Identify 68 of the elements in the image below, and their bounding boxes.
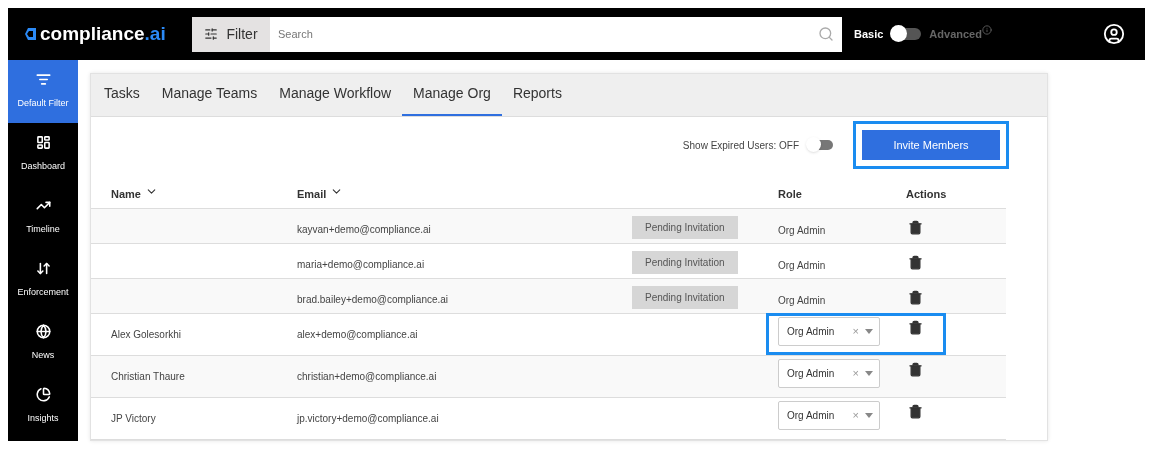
- tab[interactable]: Reports: [501, 73, 573, 116]
- name-text: JP Victory: [111, 413, 156, 424]
- filter-icon: [35, 72, 51, 88]
- column-header: Actions: [906, 187, 947, 200]
- pending-invitation-badge: Pending Invitation: [632, 216, 738, 239]
- column-header[interactable]: Email: [297, 185, 327, 202]
- tab[interactable]: Manage Workflow: [268, 73, 403, 116]
- sidebar-label: Insights: [27, 412, 59, 426]
- name-text: Alex Golesorkhi: [111, 329, 182, 340]
- mode-toggle[interactable]: [891, 28, 922, 40]
- role-select[interactable]: Org Admin ×: [778, 317, 880, 346]
- sidebar-item[interactable]: Enforcement: [8, 249, 78, 312]
- basic-label: Basic: [854, 26, 884, 42]
- search-field[interactable]: Search: [270, 16, 842, 52]
- tab[interactable]: Tasks: [93, 73, 151, 116]
- trash-icon[interactable]: [908, 404, 923, 419]
- caret-icon: [865, 371, 873, 376]
- sidebar-item[interactable]: Insights: [8, 375, 78, 438]
- sidebar-item[interactable]: Default Filter: [8, 60, 78, 123]
- email-text: maria+demo@compliance.ai: [297, 259, 425, 270]
- email-text: kayvan+demo@compliance.ai: [297, 224, 431, 235]
- role-text: Org Admin: [778, 225, 826, 236]
- info-icon: [981, 25, 992, 35]
- email-text: alex+demo@compliance.ai: [297, 329, 418, 340]
- trash-icon[interactable]: [908, 290, 923, 305]
- trash-icon[interactable]: [908, 220, 923, 235]
- role-select[interactable]: Org Admin ×: [778, 359, 880, 388]
- email-text: christian+demo@compliance.ai: [297, 371, 437, 382]
- pie-chart-icon: [35, 387, 51, 403]
- email-text: jp.victory+demo@compliance.ai: [297, 413, 439, 424]
- tab[interactable]: Manage Teams: [150, 73, 269, 116]
- invite-members-button[interactable]: Invite Members: [862, 130, 1000, 160]
- expired-users-toggle[interactable]: [807, 140, 833, 150]
- sidebar-label: Enforcement: [17, 286, 69, 300]
- trash-icon[interactable]: [908, 320, 923, 335]
- trash-icon[interactable]: [908, 362, 923, 377]
- globe-icon: [35, 324, 51, 340]
- sidebar-item[interactable]: Dashboard: [8, 123, 78, 186]
- role-select[interactable]: Org Admin ×: [778, 401, 880, 430]
- expired-users-label: Show Expired Users: OFF: [682, 138, 799, 153]
- user-icon[interactable]: [1103, 23, 1125, 45]
- caret-icon: [865, 413, 873, 418]
- logo-icon: [24, 27, 38, 41]
- sidebar-item[interactable]: Timeline: [8, 186, 78, 249]
- dashboard-icon: [35, 135, 51, 151]
- trash-icon[interactable]: [908, 255, 923, 270]
- advanced-label: Advanced: [929, 26, 982, 42]
- pending-invitation-badge: Pending Invitation: [632, 286, 738, 309]
- filter-button[interactable]: Filter: [192, 16, 270, 52]
- sidebar-label: Default Filter: [17, 97, 69, 111]
- column-header[interactable]: Name: [111, 185, 141, 202]
- tab[interactable]: Manage Org: [402, 73, 502, 116]
- caret-icon: [865, 329, 873, 334]
- sidebar-label: Dashboard: [21, 160, 65, 174]
- logo-text: compliance: [40, 21, 145, 46]
- pending-invitation-badge: Pending Invitation: [632, 251, 738, 274]
- column-header: Role: [778, 187, 802, 200]
- logo-accent-text: .ai: [144, 21, 166, 46]
- sidebar-label: News: [31, 349, 55, 363]
- role-text: Org Admin: [778, 295, 826, 306]
- role-text: Org Admin: [778, 260, 826, 271]
- search-icon: [818, 25, 834, 42]
- sidebar-label: Timeline: [26, 223, 60, 237]
- sliders-icon: [204, 27, 219, 41]
- arrows-icon: [35, 261, 51, 277]
- sidebar-item[interactable]: News: [8, 312, 78, 375]
- email-text: brad.bailey+demo@compliance.ai: [297, 294, 449, 305]
- name-text: Christian Thaure: [111, 371, 185, 382]
